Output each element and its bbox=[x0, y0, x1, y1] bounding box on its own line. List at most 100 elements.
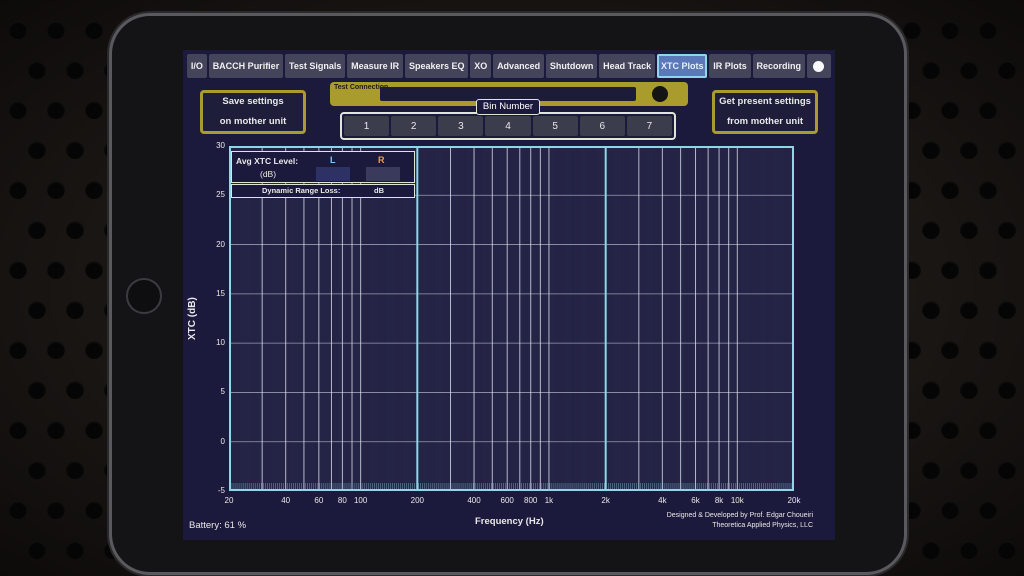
pegboard-hole bbox=[960, 541, 978, 559]
y-axis-title: XTC (dB) bbox=[187, 297, 198, 340]
pegboard-hole bbox=[85, 101, 103, 119]
dynamic-range-unit: dB bbox=[374, 186, 384, 195]
x-tick-label: 100 bbox=[353, 496, 368, 505]
pegboard-hole bbox=[922, 381, 940, 399]
avg-xtc-panel: Avg XTC Level: (dB) L R bbox=[231, 151, 415, 183]
y-tick-label: 15 bbox=[216, 288, 225, 298]
pegboard-hole bbox=[960, 381, 978, 399]
pegboard-hole bbox=[941, 501, 959, 519]
pegboard-hole bbox=[960, 141, 978, 159]
pegboard-hole bbox=[960, 221, 978, 239]
dynamic-range-label: Dynamic Range Loss: bbox=[262, 186, 341, 195]
tab-head-track[interactable]: Head Track bbox=[599, 54, 656, 78]
x-tick-label: 20 bbox=[224, 496, 234, 505]
tab-xo[interactable]: XO bbox=[470, 54, 492, 78]
pegboard-hole bbox=[9, 501, 27, 519]
pegboard-hole bbox=[66, 541, 84, 559]
pegboard-hole bbox=[979, 421, 997, 439]
pegboard-hole bbox=[979, 181, 997, 199]
y-tick-label: 0 bbox=[220, 436, 225, 446]
battery-status: Battery: 61 % bbox=[189, 520, 247, 531]
bin-2-button[interactable]: 2 bbox=[391, 116, 437, 136]
bin-7-button[interactable]: 7 bbox=[626, 116, 672, 136]
tab-xtc-plots[interactable]: XTC Plots bbox=[657, 54, 708, 78]
tab-i-o[interactable]: I/O bbox=[187, 54, 207, 78]
tab-advanced[interactable]: Advanced bbox=[493, 54, 544, 78]
tab-measure-ir[interactable]: Measure IR bbox=[347, 54, 404, 78]
pegboard-hole bbox=[47, 181, 65, 199]
dynamic-range-panel: Dynamic Range Loss: dB bbox=[231, 184, 415, 198]
pegboard-hole bbox=[922, 541, 940, 559]
get-settings-button[interactable]: Get present settings from mother unit bbox=[712, 90, 818, 134]
x-tick-label: 10k bbox=[730, 496, 744, 505]
pegboard-hole bbox=[903, 261, 921, 279]
credits: Designed & Developed by Prof. Edgar Chou… bbox=[667, 511, 813, 531]
status-dot-button[interactable] bbox=[806, 54, 831, 78]
pegboard-hole bbox=[903, 421, 921, 439]
bin-6-button[interactable]: 6 bbox=[579, 116, 625, 136]
pegboard-hole bbox=[998, 541, 1016, 559]
pegboard-hole bbox=[998, 301, 1016, 319]
x-tick-label: 400 bbox=[467, 496, 481, 505]
pegboard-hole bbox=[922, 461, 940, 479]
pegboard-hole bbox=[922, 221, 940, 239]
pegboard-hole bbox=[960, 461, 978, 479]
tab-shutdown[interactable]: Shutdown bbox=[545, 54, 598, 78]
tab-speakers-eq[interactable]: Speakers EQ bbox=[405, 54, 469, 78]
home-button[interactable] bbox=[126, 278, 162, 314]
pegboard-hole bbox=[922, 141, 940, 159]
bin-1-button[interactable]: 1 bbox=[344, 116, 390, 136]
bin-4-button[interactable]: 4 bbox=[485, 116, 531, 136]
pegboard-hole bbox=[979, 101, 997, 119]
save-settings-button[interactable]: Save settings on mother unit bbox=[200, 90, 306, 134]
pegboard-hole bbox=[998, 221, 1016, 239]
x-tick-label: 4k bbox=[658, 496, 667, 505]
bin-5-button[interactable]: 5 bbox=[532, 116, 578, 136]
tab-bacch-purifier[interactable]: BACCH Purifier bbox=[208, 54, 284, 78]
y-tick-label: -5 bbox=[217, 486, 225, 495]
pegboard-hole bbox=[998, 461, 1016, 479]
right-channel-value bbox=[366, 167, 400, 181]
tab-bar: I/O BACCH Purifier Test Signals Measure IR S… bbox=[187, 54, 831, 78]
pegboard-hole bbox=[28, 381, 46, 399]
pegboard-hole bbox=[922, 301, 940, 319]
y-tick-label: 30 bbox=[216, 141, 225, 150]
pegboard-hole bbox=[979, 341, 997, 359]
pegboard-hole bbox=[903, 101, 921, 119]
pegboard-hole bbox=[903, 341, 921, 359]
tab-ir-plots[interactable]: IR Plots bbox=[709, 54, 751, 78]
x-tick-label: 20k bbox=[787, 496, 801, 505]
pegboard-hole bbox=[85, 421, 103, 439]
pegboard-hole bbox=[28, 61, 46, 79]
pegboard-hole bbox=[66, 301, 84, 319]
pegboard-hole bbox=[47, 421, 65, 439]
x-tick-label: 1k bbox=[544, 496, 554, 505]
bin-number-selector: 1234567 bbox=[340, 112, 676, 140]
pegboard-hole bbox=[979, 261, 997, 279]
app-screen: I/O BACCH Purifier Test Signals Measure IR S… bbox=[183, 50, 835, 540]
pegboard-hole bbox=[85, 21, 103, 39]
pegboard-hole bbox=[998, 61, 1016, 79]
pegboard-hole bbox=[47, 501, 65, 519]
tab-test-signals[interactable]: Test Signals bbox=[285, 54, 346, 78]
pegboard-hole bbox=[998, 381, 1016, 399]
pegboard-hole bbox=[28, 541, 46, 559]
pegboard-hole bbox=[941, 181, 959, 199]
pegboard-hole bbox=[903, 181, 921, 199]
pegboard-hole bbox=[47, 261, 65, 279]
pegboard-hole bbox=[28, 461, 46, 479]
pegboard-hole bbox=[66, 461, 84, 479]
avg-xtc-unit: (dB) bbox=[260, 169, 277, 179]
x-axis-title: Frequency (Hz) bbox=[475, 516, 544, 527]
x-tick-label: 200 bbox=[410, 496, 424, 505]
test-connection-knob[interactable] bbox=[652, 86, 668, 102]
credit-line1: Designed & Developed by Prof. Edgar Chou… bbox=[666, 512, 813, 519]
tab-recording[interactable]: Recording bbox=[752, 54, 805, 78]
x-tick-label: 2k bbox=[601, 496, 610, 505]
pegboard-hole bbox=[47, 341, 65, 359]
pegboard-hole bbox=[903, 21, 921, 39]
bin-3-button[interactable]: 3 bbox=[438, 116, 484, 136]
pegboard-hole bbox=[903, 501, 921, 519]
bin-number-label: Bin Number bbox=[476, 99, 540, 115]
pegboard-hole bbox=[979, 501, 997, 519]
